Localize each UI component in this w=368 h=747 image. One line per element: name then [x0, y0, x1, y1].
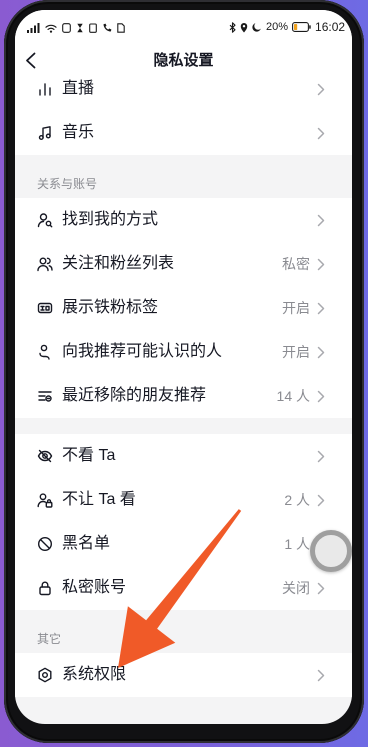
- message-icon: [62, 22, 71, 33]
- removed-list-icon: [37, 388, 53, 404]
- row-label: 找到我的方式: [62, 211, 159, 228]
- battery-icon: [292, 22, 311, 32]
- hexagon-settings-icon: [37, 667, 53, 683]
- chevron-right-icon: [317, 258, 325, 271]
- group-other: 系统权限: [15, 653, 352, 697]
- phone-frame: 20% 16:02 隐私设置 直播 音乐 关系与账号 找到我的方式 关注和粉丝列…: [4, 0, 364, 743]
- chevron-right-icon: [317, 390, 325, 403]
- group-relations: 找到我的方式 关注和粉丝列表 私密 展示铁粉标签 开启 向我推荐可能认识的人 开…: [15, 198, 352, 418]
- phone-screen: 20% 16:02 隐私设置 直播 音乐 关系与账号 找到我的方式 关注和粉丝列…: [15, 10, 352, 724]
- row-value: 1 人: [284, 536, 310, 552]
- nav-header: 隐私设置: [15, 44, 352, 78]
- row-find-me[interactable]: 找到我的方式: [15, 198, 352, 242]
- row-value: 2 人: [284, 492, 310, 508]
- row-value: 14 人: [276, 388, 310, 404]
- status-icons-left: [27, 22, 125, 33]
- row-recommend-people[interactable]: 向我推荐可能认识的人 开启: [15, 330, 352, 374]
- row-label: 音乐: [62, 124, 95, 141]
- moon-icon: [252, 22, 262, 32]
- row-value: 关闭: [282, 580, 310, 596]
- row-hide-their-content[interactable]: 不看 Ta: [15, 434, 352, 478]
- row-label: 关注和粉丝列表: [62, 255, 175, 272]
- row-value: 开启: [282, 344, 310, 360]
- battery-percent: 20%: [266, 21, 289, 33]
- chevron-right-icon: [317, 494, 325, 507]
- group-content: 直播 音乐: [15, 67, 352, 155]
- page-title: 隐私设置: [153, 52, 214, 69]
- person-search-icon: [37, 212, 53, 228]
- bluetooth-icon: [229, 21, 236, 33]
- hourglass-icon: [76, 23, 84, 33]
- settings-list: 直播 音乐 关系与账号 找到我的方式 关注和粉丝列表 私密 展示铁粉标签 开启 …: [15, 67, 352, 697]
- eye-off-icon: [37, 448, 53, 464]
- person-lock-icon: [37, 492, 53, 508]
- section-header-other: 其它: [37, 632, 62, 646]
- block-icon: [37, 536, 53, 552]
- chevron-right-icon: [317, 450, 325, 463]
- live-bars-icon: [37, 81, 53, 97]
- music-note-icon: [37, 125, 53, 141]
- row-label: 直播: [62, 80, 95, 97]
- call-icon: [102, 23, 112, 33]
- two-people-icon: [37, 256, 53, 272]
- sim-icon: [117, 22, 125, 33]
- row-value: 私密: [282, 256, 310, 272]
- row-label: 不让 Ta 看: [62, 491, 136, 508]
- row-label: 不看 Ta: [62, 447, 116, 464]
- row-music[interactable]: 音乐: [15, 111, 352, 155]
- lock-icon: [37, 580, 53, 596]
- assistive-ball-icon[interactable]: [310, 530, 352, 572]
- chevron-right-icon: [317, 582, 325, 595]
- chevron-right-icon: [317, 83, 325, 96]
- status-bar: 20% 16:02: [15, 10, 352, 44]
- clock: 16:02: [315, 20, 346, 34]
- signal-icon: [27, 22, 40, 33]
- fan-badge-icon: [37, 300, 53, 316]
- section-header-relations: 关系与账号: [37, 177, 98, 191]
- chevron-right-icon: [317, 214, 325, 227]
- location-icon: [240, 22, 248, 33]
- clipboard-icon: [89, 22, 97, 33]
- row-label: 私密账号: [62, 579, 127, 596]
- row-label: 向我推荐可能认识的人: [62, 343, 223, 360]
- row-blocklist[interactable]: 黑名单 1 人: [15, 522, 352, 566]
- row-system-permissions[interactable]: 系统权限: [15, 653, 352, 697]
- chevron-right-icon: [317, 302, 325, 315]
- row-label: 系统权限: [62, 666, 127, 683]
- row-label: 最近移除的朋友推荐: [62, 387, 207, 404]
- row-removed-friend-recs[interactable]: 最近移除的朋友推荐 14 人: [15, 374, 352, 418]
- row-hide-my-content[interactable]: 不让 Ta 看 2 人: [15, 478, 352, 522]
- row-following-followers[interactable]: 关注和粉丝列表 私密: [15, 242, 352, 286]
- row-private-account[interactable]: 私密账号 关闭: [15, 566, 352, 610]
- chevron-right-icon: [317, 346, 325, 359]
- row-label: 黑名单: [62, 535, 111, 552]
- chevron-right-icon: [317, 669, 325, 682]
- row-value: 开启: [282, 300, 310, 316]
- group-visibility: 不看 Ta 不让 Ta 看 2 人 黑名单 1 人 私密账号 关闭: [15, 434, 352, 610]
- chevron-right-icon: [317, 127, 325, 140]
- row-fan-badge[interactable]: 展示铁粉标签 开启: [15, 286, 352, 330]
- wifi-icon: [45, 23, 57, 33]
- row-label: 展示铁粉标签: [62, 299, 159, 316]
- status-icons-right: 20% 16:02: [229, 21, 345, 33]
- recommend-person-icon: [37, 344, 53, 360]
